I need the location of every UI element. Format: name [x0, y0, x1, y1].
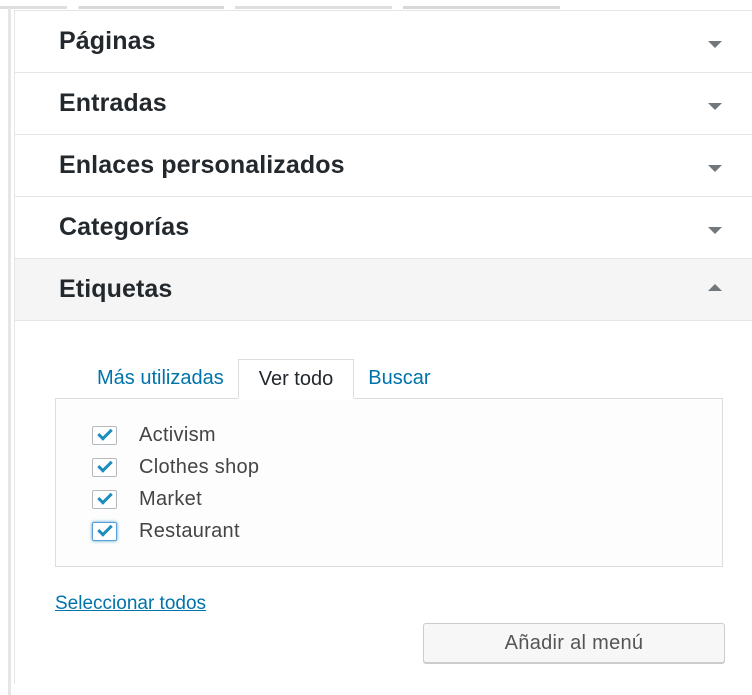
checkmark-icon: [96, 425, 113, 441]
checkmark-icon: [96, 489, 113, 505]
select-all-link[interactable]: Seleccionar todos: [55, 593, 206, 615]
panel-left-edge: [8, 8, 11, 695]
tab-most-used[interactable]: Más utilizadas: [85, 359, 238, 399]
checkmark-icon: [96, 457, 113, 473]
cropped-text-fragment: [0, 6, 560, 9]
section-title: Enlaces personalizados: [59, 151, 345, 179]
tag-label: Activism: [139, 423, 216, 446]
tag-label: Restaurant: [139, 519, 240, 542]
arrow-down-icon[interactable]: [708, 103, 722, 110]
tab-search[interactable]: Buscar: [354, 359, 444, 399]
tab-view-all[interactable]: Ver todo: [237, 359, 355, 399]
section-title: Etiquetas: [59, 275, 173, 303]
add-to-menu-button[interactable]: Añadir al menú: [423, 623, 725, 663]
tag-label: Market: [139, 487, 202, 510]
arrow-down-icon[interactable]: [708, 165, 722, 172]
checklist-item-activism[interactable]: Activism: [56, 419, 722, 451]
tags-section-body: Más utilizadas Ver todo Buscar Activism …: [15, 321, 752, 684]
section-title: Entradas: [59, 89, 167, 117]
tag-label: Clothes shop: [139, 455, 260, 478]
arrow-up-icon[interactable]: [708, 284, 722, 291]
tag-checkbox[interactable]: [92, 521, 117, 541]
arrow-down-icon[interactable]: [708, 41, 722, 48]
accordion-section-custom-links[interactable]: Enlaces personalizados: [15, 135, 752, 197]
tag-checkbox[interactable]: [92, 425, 117, 445]
section-title: Categorías: [59, 213, 190, 241]
section-title: Páginas: [59, 27, 156, 55]
tag-checkbox[interactable]: [92, 489, 117, 509]
accordion-section-categories[interactable]: Categorías: [15, 197, 752, 259]
checklist-item-market[interactable]: Market: [56, 483, 722, 515]
accordion-section-posts[interactable]: Entradas: [15, 73, 752, 135]
accordion-section-tags[interactable]: Etiquetas: [15, 259, 752, 321]
tag-checkbox[interactable]: [92, 457, 117, 477]
arrow-down-icon[interactable]: [708, 227, 722, 234]
checkmark-icon: [96, 521, 113, 537]
checklist-item-restaurant[interactable]: Restaurant: [56, 515, 722, 547]
accordion-section-pages[interactable]: Páginas: [15, 11, 752, 73]
tags-checklist: Activism Clothes shop Market Restaurant: [55, 398, 723, 567]
menu-items-accordion: Páginas Entradas Enlaces personalizados …: [14, 10, 752, 684]
checklist-item-clothes-shop[interactable]: Clothes shop: [56, 451, 722, 483]
tags-tabs: Más utilizadas Ver todo Buscar: [85, 359, 444, 399]
